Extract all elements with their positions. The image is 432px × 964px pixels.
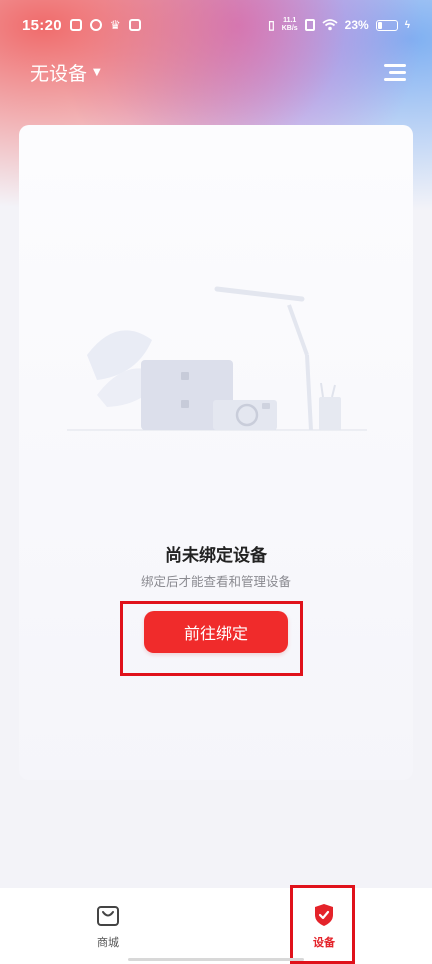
caret-down-icon: ▼ (93, 66, 101, 78)
tab-shop[interactable]: 商城 (78, 902, 138, 950)
device-selector[interactable]: 无设备 ▼ (30, 59, 101, 86)
sim-icon (304, 19, 315, 31)
home-indicator[interactable] (128, 958, 304, 961)
network-speed: 11.1 KB/s (282, 17, 298, 33)
crown-icon: ♛ (109, 18, 121, 32)
notification-mail-icon (128, 19, 141, 31)
network-speed-unit: KB/s (281, 25, 298, 32)
empty-state-title: 尚未绑定设备 (165, 546, 267, 566)
device-selector-label: 无设备 (30, 62, 88, 85)
bottom-tab-bar: 商城 设备 (0, 888, 432, 964)
battery-level-fill (377, 21, 382, 29)
wifi-icon (322, 19, 338, 31)
tab-label-shop: 商城 (97, 936, 119, 949)
empty-devices-illustration (67, 286, 367, 431)
empty-device-card: 尚未绑定设备 绑定后才能查看和管理设备 前往绑定 (19, 125, 413, 780)
battery-icon (375, 19, 398, 31)
shopping-bag-icon (95, 902, 121, 928)
charging-icon: ϟ (404, 19, 410, 31)
status-time: 15:20 (22, 16, 62, 34)
notification-app-icon (69, 19, 82, 31)
status-bar: 15:20 ♛ ▯ 11.1 KB/s 23% ϟ (0, 0, 432, 50)
hamburger-menu-icon[interactable] (384, 63, 406, 81)
highlight-box-bind-button (120, 601, 303, 676)
empty-state-subtitle: 绑定后才能查看和管理设备 (140, 574, 291, 589)
battery-percent: 23% (344, 18, 369, 32)
vibrate-icon: ▯ (268, 18, 275, 32)
highlight-box-device-tab (290, 885, 355, 964)
network-speed-value: 11.1 (283, 17, 297, 24)
top-bar: 无设备 ▼ (0, 52, 432, 92)
notification-app-icon (89, 19, 102, 31)
